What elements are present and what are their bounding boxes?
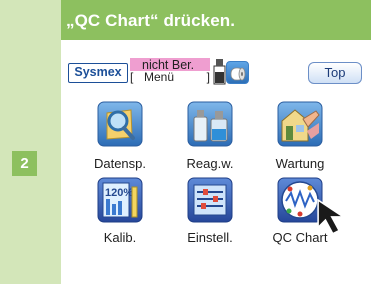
status-menu-field: [ Menü ] — [130, 70, 210, 85]
settings-icon[interactable] — [187, 177, 233, 223]
status-menu-text: Menü — [144, 70, 175, 84]
calibration-icon[interactable]: 120% — [97, 177, 143, 223]
menu-label-reagw: Reag.w. — [186, 156, 234, 171]
maintenance-icon[interactable] — [277, 101, 323, 147]
menu-label-einstell: Einstell. — [187, 230, 233, 245]
pointer-cursor-icon — [317, 198, 346, 235]
printer-paper-icon[interactable] — [226, 61, 249, 84]
sysmex-logo: Sysmex — [68, 63, 128, 83]
bracket-left: [ — [130, 70, 134, 84]
menu-label-wartung: Wartung — [275, 156, 325, 171]
device-topbar: Sysmex nicht Ber. [ Menü ] Top — [66, 55, 366, 87]
instruction-text: „QC Chart“ drücken. — [66, 11, 236, 30]
bracket-right: ] — [206, 70, 210, 84]
left-margin-band — [0, 0, 61, 284]
magnifier-icon[interactable] — [97, 101, 143, 147]
menu-label-kalib: Kalib. — [103, 230, 137, 245]
svg-text:120%: 120% — [105, 187, 133, 199]
reagent-bottles-icon[interactable] — [187, 101, 233, 147]
menu-label-datensp: Datensp. — [93, 156, 147, 171]
reagent-level-icon — [213, 59, 226, 85]
top-button[interactable]: Top — [308, 62, 362, 84]
step-number-badge: 2 — [12, 151, 37, 176]
status-box: nicht Ber. [ Menü ] — [130, 58, 210, 85]
